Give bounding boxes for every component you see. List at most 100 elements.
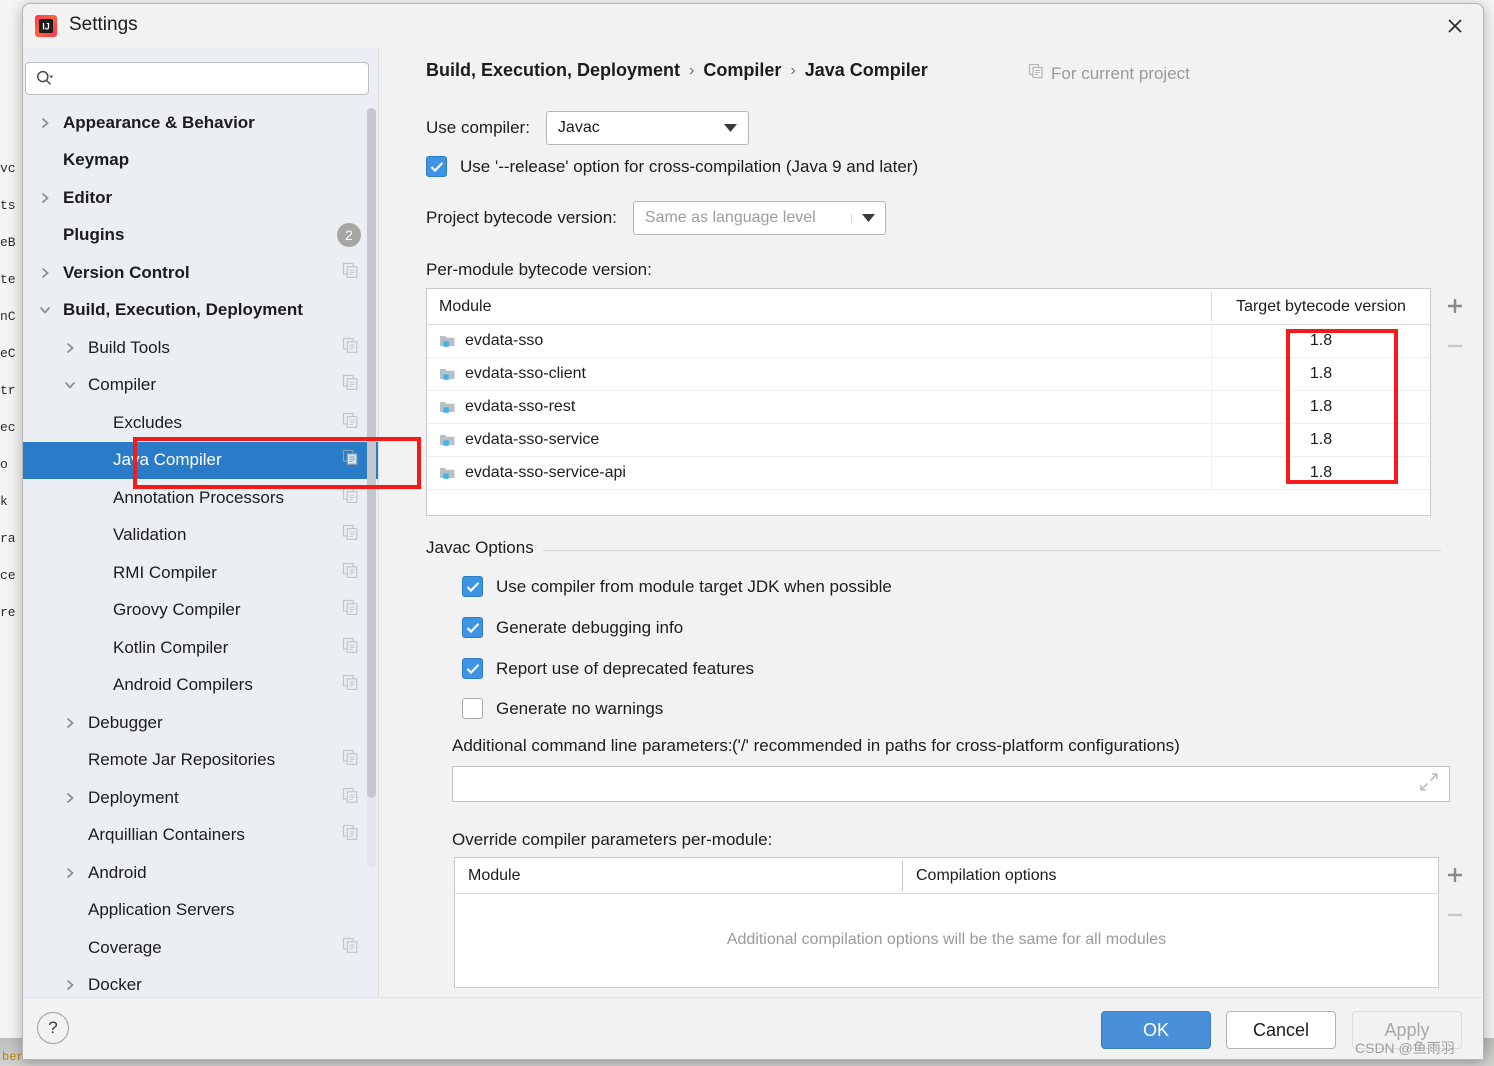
copy-icon[interactable] xyxy=(342,599,359,621)
javac-option-use-compiler-from-module-target-jdk-when-possible[interactable]: Use compiler from module target JDK when… xyxy=(462,576,892,597)
chevron-right-icon[interactable] xyxy=(37,190,53,206)
sidebar-item-plugins[interactable]: Plugins 2 xyxy=(23,217,378,255)
chevron-right-icon[interactable] xyxy=(62,340,78,356)
copy-icon[interactable] xyxy=(342,487,359,509)
sidebar-item-coverage[interactable]: Coverage xyxy=(23,929,378,967)
copy-icon[interactable] xyxy=(342,637,359,659)
sidebar-item-deployment[interactable]: Deployment xyxy=(23,779,378,817)
additional-params-field[interactable] xyxy=(452,766,1450,802)
table-row[interactable]: evdata-sso-service-api 1.8 xyxy=(427,456,1430,490)
chevron-right-icon[interactable] xyxy=(62,977,78,993)
for-current-project-label: For current project xyxy=(1028,63,1190,84)
column-header-module[interactable]: Module xyxy=(427,298,1211,316)
release-option-row[interactable]: Use '--release' option for cross-compila… xyxy=(426,156,918,177)
chevron-right-icon[interactable] xyxy=(37,265,53,281)
target-bytecode-cell[interactable]: 1.8 xyxy=(1212,365,1430,383)
javac-option-generate-debugging-info[interactable]: Generate debugging info xyxy=(462,617,683,638)
breadcrumb-part-3: Java Compiler xyxy=(804,60,928,80)
copy-icon[interactable] xyxy=(342,824,359,846)
breadcrumb-part-2[interactable]: Compiler xyxy=(703,60,781,81)
sidebar-item-editor[interactable]: Editor xyxy=(23,179,378,217)
sidebar-item-label: Compiler xyxy=(88,375,157,395)
use-compiler-select[interactable]: Javac xyxy=(545,111,749,145)
sidebar-item-android-compilers[interactable]: Android Compilers xyxy=(23,667,378,705)
sidebar-item-application-servers[interactable]: Application Servers xyxy=(23,892,378,930)
copy-icon[interactable] xyxy=(342,562,359,584)
add-module-button[interactable] xyxy=(1442,293,1468,319)
sidebar-item-remote-jar-repositories[interactable]: Remote Jar Repositories xyxy=(23,742,378,780)
additional-params-input[interactable] xyxy=(453,767,1413,801)
sidebar-item-keymap[interactable]: Keymap xyxy=(23,142,378,180)
copy-icon[interactable] xyxy=(342,262,359,284)
sidebar-item-label: Appearance & Behavior xyxy=(63,112,255,132)
sidebar-item-excludes[interactable]: Excludes xyxy=(23,404,378,442)
chevron-down-icon[interactable] xyxy=(62,377,78,393)
checkbox-generate-debugging-info[interactable] xyxy=(462,617,483,638)
chevron-right-icon[interactable] xyxy=(62,865,78,881)
breadcrumb-part-1[interactable]: Build, Execution, Deployment xyxy=(426,60,680,81)
sidebar-item-debugger[interactable]: Debugger xyxy=(23,704,378,742)
target-bytecode-cell[interactable]: 1.8 xyxy=(1212,464,1430,482)
copy-icon[interactable] xyxy=(342,674,359,696)
sidebar-item-version-control[interactable]: Version Control xyxy=(23,254,378,292)
chevron-right-icon[interactable] xyxy=(62,715,78,731)
sidebar-item-docker[interactable]: Docker xyxy=(23,967,378,998)
copy-icon[interactable] xyxy=(342,374,359,396)
copy-icon[interactable] xyxy=(342,787,359,809)
column-header-target[interactable]: Target bytecode version xyxy=(1212,298,1430,316)
chevron-right-icon[interactable] xyxy=(62,790,78,806)
use-compiler-value: Javac xyxy=(557,119,600,136)
chevron-down-icon[interactable] xyxy=(37,302,53,318)
checkbox-use-compiler-from-module-target-jdk-when-possible[interactable] xyxy=(462,576,483,597)
copy-icon[interactable] xyxy=(342,749,359,771)
sidebar-scrollbar[interactable] xyxy=(367,108,376,868)
column-header-compilation-options[interactable]: Compilation options xyxy=(903,867,1438,885)
sidebar-item-validation[interactable]: Validation xyxy=(23,517,378,555)
project-bytecode-select[interactable]: Same as language level xyxy=(632,201,886,235)
target-bytecode-cell[interactable]: 1.8 xyxy=(1212,431,1430,449)
javac-option-generate-no-warnings[interactable]: Generate no warnings xyxy=(462,698,663,719)
copy-icon[interactable] xyxy=(342,524,359,546)
table-row[interactable]: evdata-sso 1.8 xyxy=(427,324,1430,358)
table-header: Module Compilation options xyxy=(455,858,1438,894)
sidebar-item-annotation-processors[interactable]: Annotation Processors xyxy=(23,479,378,517)
sidebar-item-build-tools[interactable]: Build Tools xyxy=(23,329,378,367)
dialog-body: Appearance & Behavior Keymap Editor Plugins… xyxy=(23,48,1483,998)
checkbox-report-use-of-deprecated-features[interactable] xyxy=(462,658,483,679)
copy-icon[interactable] xyxy=(342,937,359,959)
javac-option-label: Generate debugging info xyxy=(496,617,684,637)
expand-icon[interactable] xyxy=(1419,772,1439,797)
add-override-button[interactable] xyxy=(1442,862,1468,888)
target-bytecode-cell[interactable]: 1.8 xyxy=(1212,398,1430,416)
javac-option-report-use-of-deprecated-features[interactable]: Report use of deprecated features xyxy=(462,658,754,679)
sidebar-scrollbar-thumb[interactable] xyxy=(367,108,376,798)
sidebar-item-java-compiler[interactable]: Java Compiler xyxy=(23,441,378,479)
sidebar-item-rmi-compiler[interactable]: RMI Compiler xyxy=(23,554,378,592)
table-row[interactable]: evdata-sso-client 1.8 xyxy=(427,357,1430,391)
cancel-button[interactable]: Cancel xyxy=(1226,1011,1336,1049)
target-bytecode-cell[interactable]: 1.8 xyxy=(1212,332,1430,350)
column-header-module[interactable]: Module xyxy=(455,867,902,885)
search-input[interactable] xyxy=(54,70,368,87)
copy-icon[interactable] xyxy=(342,412,359,434)
sidebar-item-appearance-behavior[interactable]: Appearance & Behavior xyxy=(23,104,378,142)
table-row[interactable]: evdata-sso-service 1.8 xyxy=(427,423,1430,457)
release-option-checkbox[interactable] xyxy=(426,156,447,177)
sidebar-item-groovy-compiler[interactable]: Groovy Compiler xyxy=(23,592,378,630)
chevron-right-icon[interactable] xyxy=(37,115,53,131)
ok-button[interactable]: OK xyxy=(1101,1011,1211,1049)
copy-icon[interactable] xyxy=(342,337,359,359)
search-box[interactable] xyxy=(25,62,369,95)
sidebar-item-kotlin-compiler[interactable]: Kotlin Compiler xyxy=(23,629,378,667)
help-button[interactable]: ? xyxy=(37,1012,69,1044)
copy-icon[interactable] xyxy=(342,449,359,471)
sidebar-item-android[interactable]: Android xyxy=(23,854,378,892)
checkbox-generate-no-warnings[interactable] xyxy=(462,698,483,719)
module-name: evdata-sso-rest xyxy=(465,398,576,415)
sidebar-item-compiler[interactable]: Compiler xyxy=(23,367,378,405)
table-row[interactable]: evdata-sso-rest 1.8 xyxy=(427,390,1430,424)
sidebar-item-build-execution-deployment[interactable]: Build, Execution, Deployment xyxy=(23,292,378,330)
close-icon[interactable] xyxy=(1427,4,1483,48)
sidebar-item-arquillian-containers[interactable]: Arquillian Containers xyxy=(23,817,378,855)
